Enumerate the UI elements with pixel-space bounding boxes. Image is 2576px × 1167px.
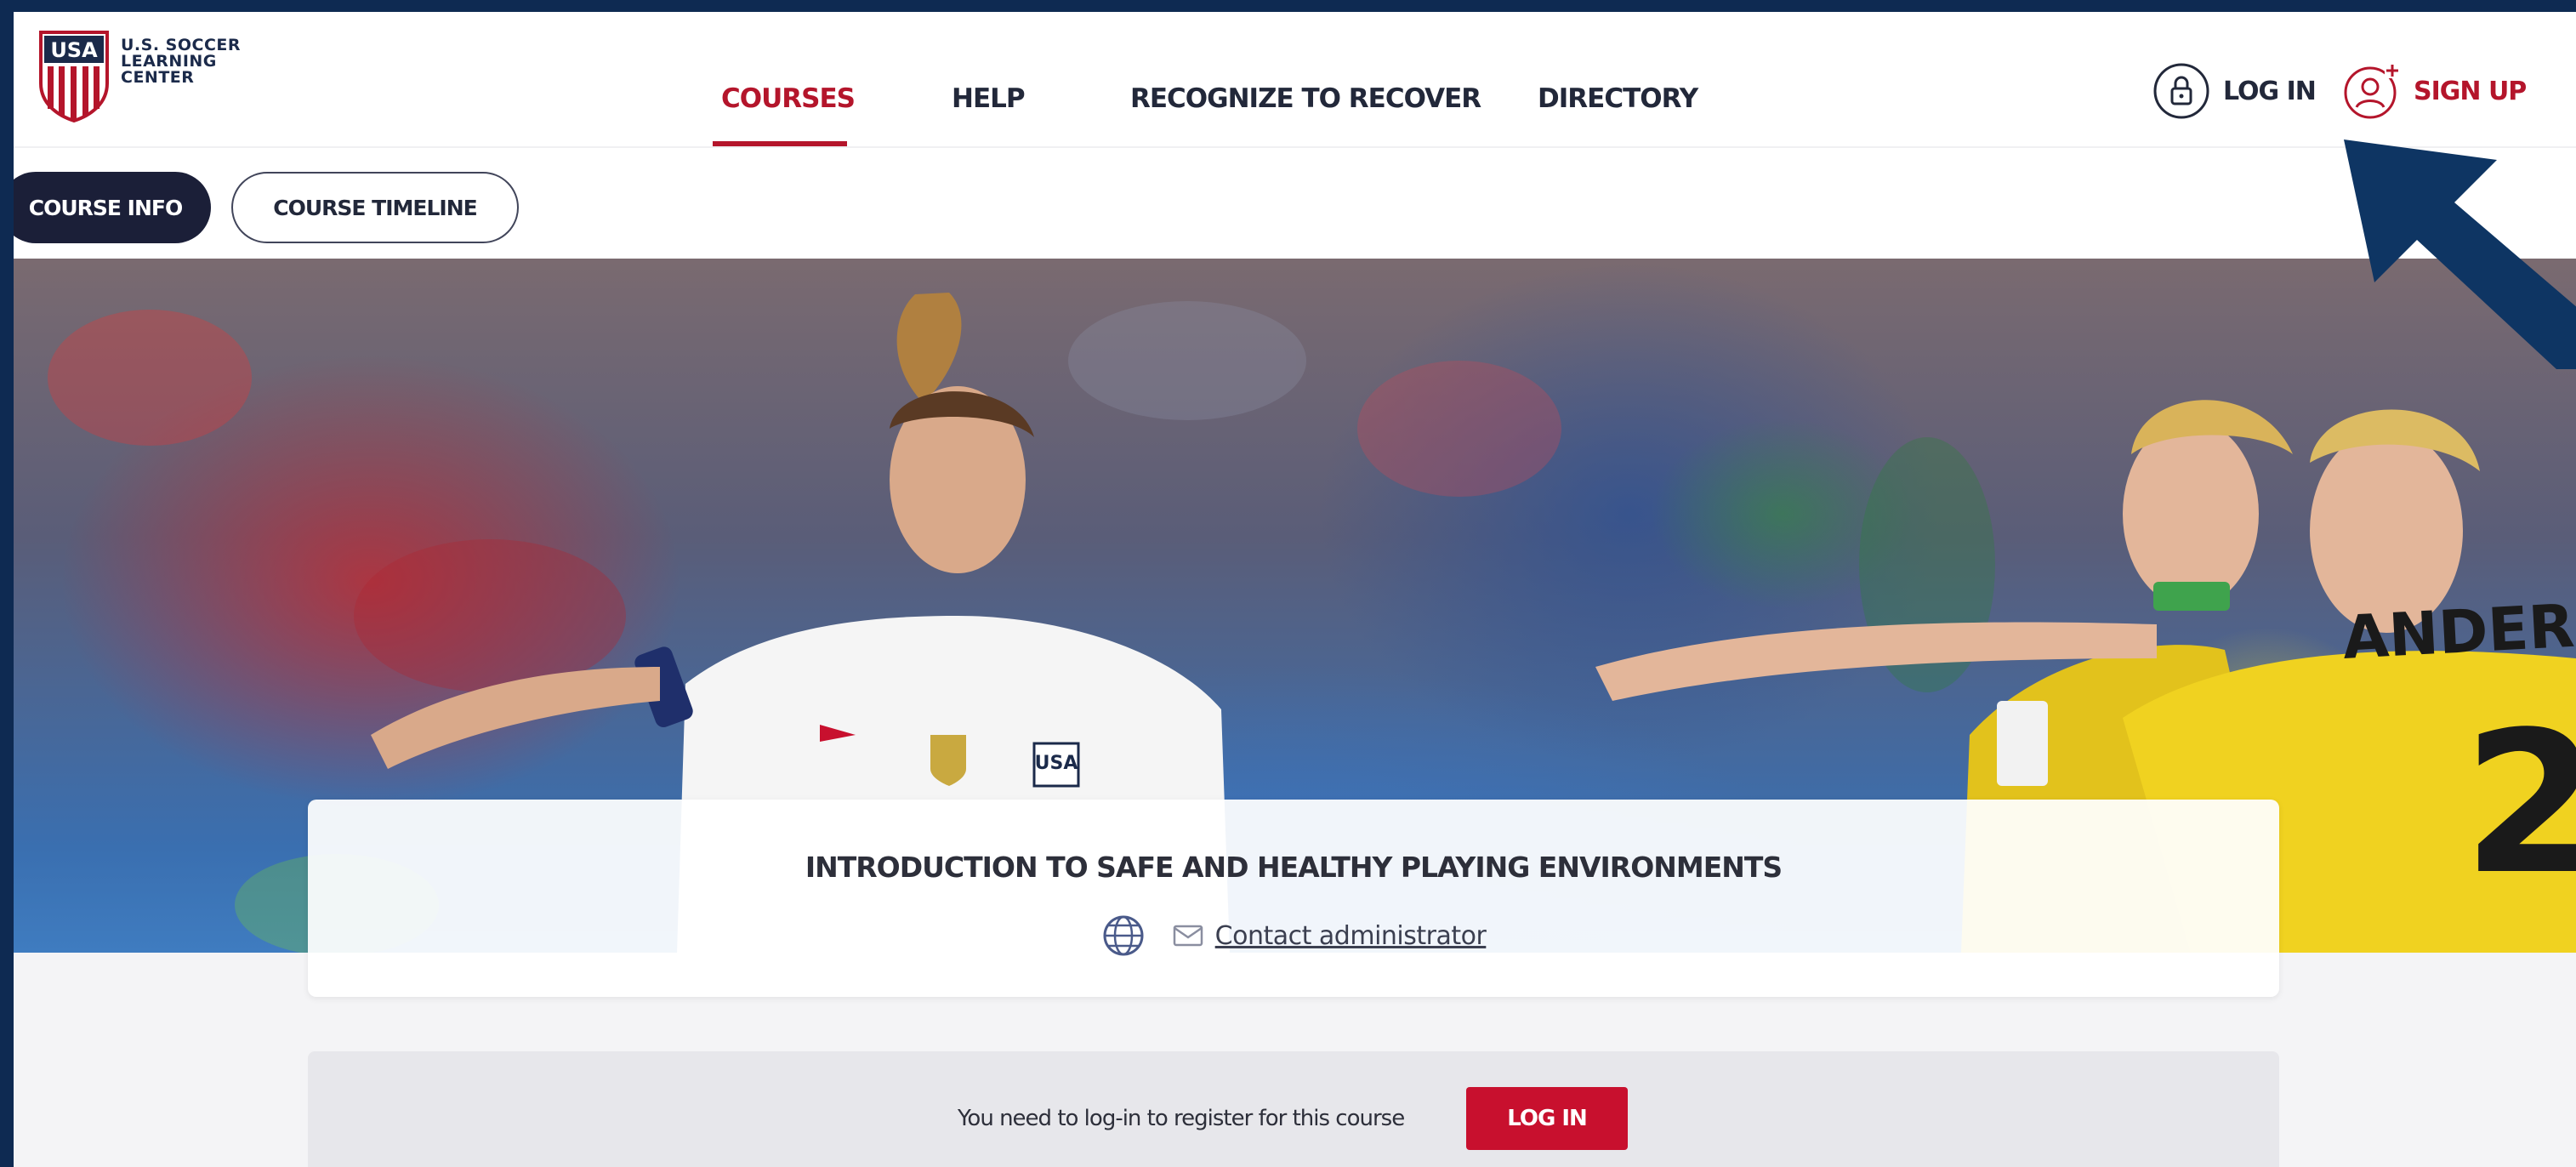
site-header: USA U.S. SOCCER LEARNING CENTER COURSES … xyxy=(14,12,2576,148)
register-message: You need to log-in to register for this … xyxy=(958,1106,1405,1131)
pointer-arrow-icon xyxy=(2344,139,2576,369)
globe-icon[interactable] xyxy=(1101,914,1146,958)
login-label: LOG IN xyxy=(2223,76,2317,106)
register-login-button[interactable]: LOG IN xyxy=(1466,1087,1628,1150)
svg-text:2: 2 xyxy=(2463,691,2576,918)
nav-active-indicator xyxy=(713,141,847,146)
nav-item-courses[interactable]: COURSES xyxy=(721,83,856,114)
signup-link[interactable]: SIGN UP xyxy=(2342,61,2527,121)
course-header-card: INTRODUCTION TO SAFE AND HEALTHY PLAYING… xyxy=(308,800,2279,997)
course-meta: Contact administrator xyxy=(308,914,2279,958)
browser-frame: USA U.S. SOCCER LEARNING CENTER COURSES … xyxy=(14,12,2576,1167)
contact-administrator-link[interactable]: Contact administrator xyxy=(1173,921,1487,951)
tab-course-timeline[interactable]: COURSE TIMELINE xyxy=(231,172,519,243)
user-plus-icon xyxy=(2344,63,2400,119)
lock-icon xyxy=(2153,63,2209,119)
nav-item-recognize-to-recover[interactable]: RECOGNIZE TO RECOVER xyxy=(1130,83,1481,114)
nav-item-help[interactable]: HELP xyxy=(952,83,1026,114)
course-title: INTRODUCTION TO SAFE AND HEALTHY PLAYING… xyxy=(805,851,1783,884)
course-subnav: COURSE INFO COURSE TIMELINE xyxy=(14,148,2576,259)
mail-icon xyxy=(1173,925,1203,947)
tab-course-info[interactable]: COURSE INFO xyxy=(14,172,211,243)
svg-text:USA: USA xyxy=(1035,753,1078,774)
login-link[interactable]: LOG IN xyxy=(2152,61,2317,121)
nav-item-directory[interactable]: DIRECTORY xyxy=(1538,83,1698,114)
signup-label: SIGN UP xyxy=(2414,76,2527,106)
contact-administrator-label: Contact administrator xyxy=(1214,920,1487,951)
